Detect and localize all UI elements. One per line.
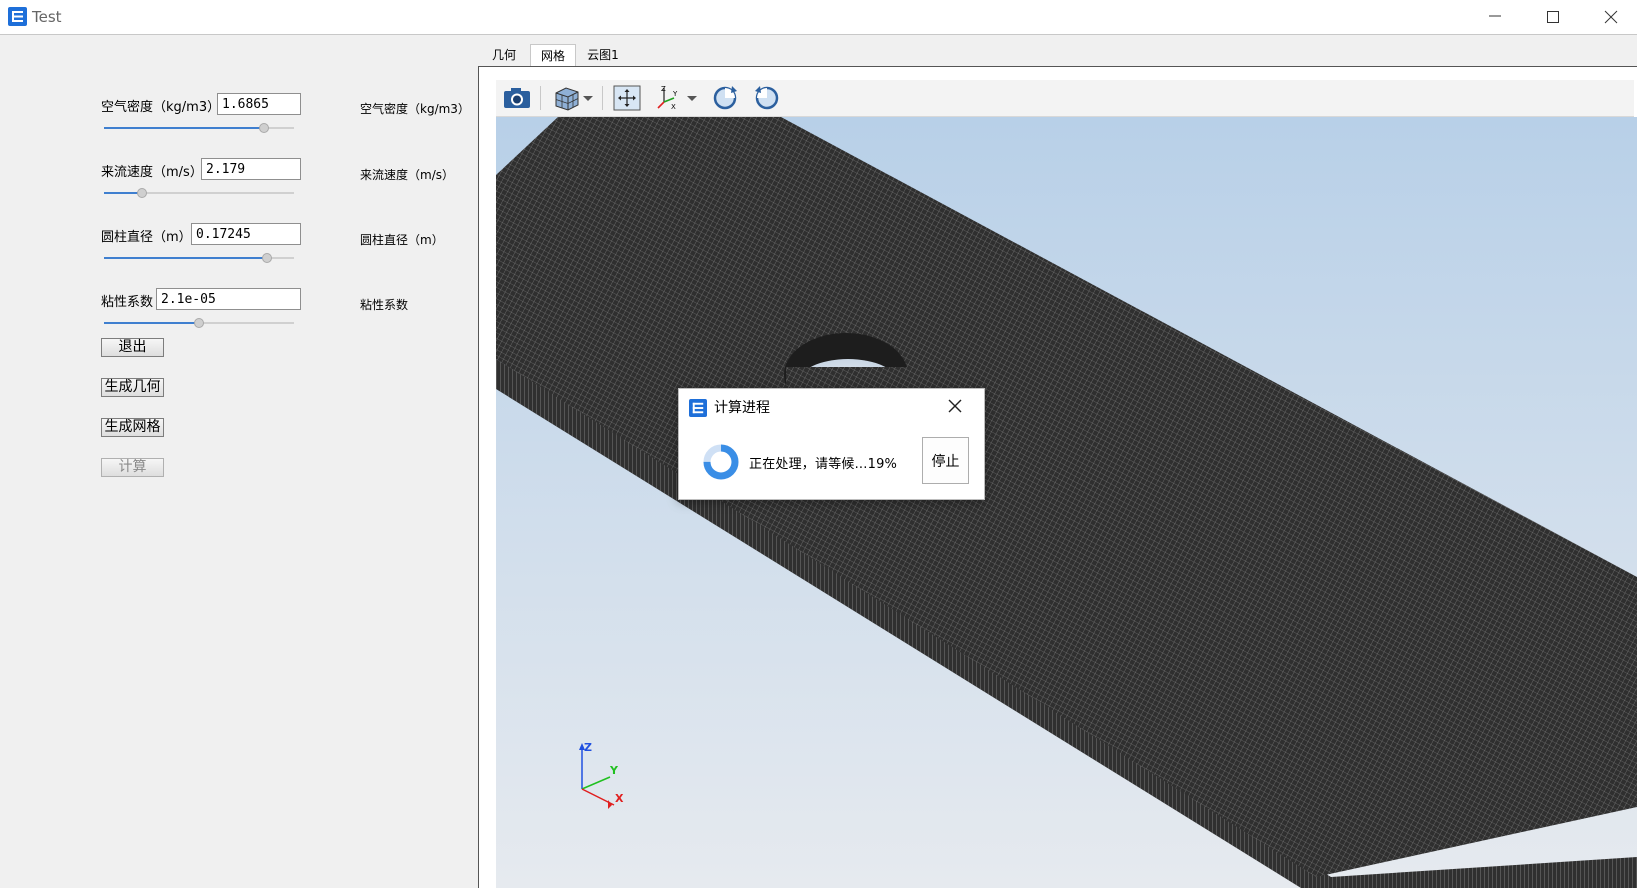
view-mode-dropdown[interactable] <box>580 84 596 112</box>
cylinder-diameter-input[interactable] <box>191 223 301 245</box>
axis-x-label: X <box>615 792 624 805</box>
slider-handle[interactable] <box>194 318 204 328</box>
minimize-button[interactable] <box>1472 0 1518 34</box>
flow-velocity-side-label: 来流速度（m/s） <box>360 168 454 182</box>
slider-handle[interactable] <box>262 253 273 263</box>
svg-text:X: X <box>671 103 676 111</box>
axes-orient-icon: Z Y X <box>657 85 678 111</box>
air-density-side-label: 空气密度（kg/m3） <box>360 102 470 116</box>
window-title: Test <box>32 8 62 26</box>
maximize-icon <box>1547 11 1559 23</box>
view-mode-button[interactable] <box>552 84 582 112</box>
tab-contour[interactable]: 云图1 <box>580 44 626 66</box>
close-icon <box>1604 10 1618 24</box>
svg-text:Y: Y <box>672 90 678 98</box>
screenshot-button[interactable] <box>502 84 532 112</box>
minimize-icon <box>1489 15 1501 17</box>
flow-velocity-slider[interactable] <box>104 185 294 201</box>
app-icon <box>689 399 707 417</box>
axes-orientation-button[interactable]: Z Y X <box>654 84 684 112</box>
axes-orientation-dropdown[interactable] <box>684 84 700 112</box>
rotate-ccw-button[interactable] <box>752 84 782 112</box>
app-icon <box>8 7 27 26</box>
generate-geometry-button[interactable]: 生成几何 <box>101 378 164 397</box>
tab-mesh[interactable]: 网格 <box>530 44 576 67</box>
viscosity-input[interactable] <box>156 288 301 310</box>
progress-dialog: 计算进程 正在处理，请等候...19% 停止 <box>678 388 985 500</box>
rotate-cw-button[interactable] <box>710 84 740 112</box>
dialog-title: 计算进程 <box>714 400 770 416</box>
mesh-render: Z Y X <box>496 117 1637 888</box>
tab-geometry[interactable]: 几何 <box>484 44 524 66</box>
generate-mesh-button[interactable]: 生成网格 <box>101 418 164 437</box>
view-toolbar: Z Y X <box>496 80 1634 117</box>
viscosity-slider[interactable] <box>104 315 294 331</box>
viscosity-label: 粘性系数 <box>101 295 154 310</box>
rotate-cw-icon <box>713 86 737 110</box>
cylinder-diameter-label: 圆柱直径（m） <box>101 230 192 245</box>
cylinder-diameter-slider[interactable] <box>104 250 294 266</box>
progress-message: 正在处理，请等候...19% <box>749 457 898 472</box>
viscosity-side-label: 粘性系数 <box>360 298 409 312</box>
slider-handle[interactable] <box>258 123 269 133</box>
axis-y-label: Y <box>609 764 619 777</box>
cube-view-icon <box>555 87 579 111</box>
air-density-input[interactable] <box>217 93 301 115</box>
air-density-slider[interactable] <box>104 120 294 136</box>
progress-spinner <box>703 444 739 480</box>
exit-button[interactable]: 退出 <box>101 338 164 357</box>
close-button[interactable] <box>1588 0 1634 34</box>
axis-z-label: Z <box>584 741 592 754</box>
flow-velocity-input[interactable] <box>201 158 301 180</box>
fit-view-icon <box>613 85 641 111</box>
compute-button[interactable]: 计算 <box>101 458 164 477</box>
maximize-button[interactable] <box>1530 0 1576 34</box>
flow-velocity-label: 来流速度（m/s） <box>101 165 203 180</box>
slider-handle[interactable] <box>137 188 147 198</box>
camera-icon <box>504 88 530 108</box>
title-bar: Test <box>0 0 1637 35</box>
dropdown-arrow-icon <box>687 96 697 101</box>
dropdown-arrow-icon <box>583 96 593 101</box>
cylinder-diameter-side-label: 圆柱直径（m） <box>360 233 444 247</box>
svg-text:Z: Z <box>661 85 666 93</box>
close-icon[interactable] <box>947 398 963 414</box>
stop-button[interactable]: 停止 <box>922 437 969 484</box>
air-density-label: 空气密度（kg/m3） <box>101 100 221 115</box>
rotate-ccw-icon <box>755 86 779 110</box>
fit-view-button[interactable] <box>612 84 642 112</box>
mesh-viewport[interactable]: Z Y X <box>496 117 1637 888</box>
